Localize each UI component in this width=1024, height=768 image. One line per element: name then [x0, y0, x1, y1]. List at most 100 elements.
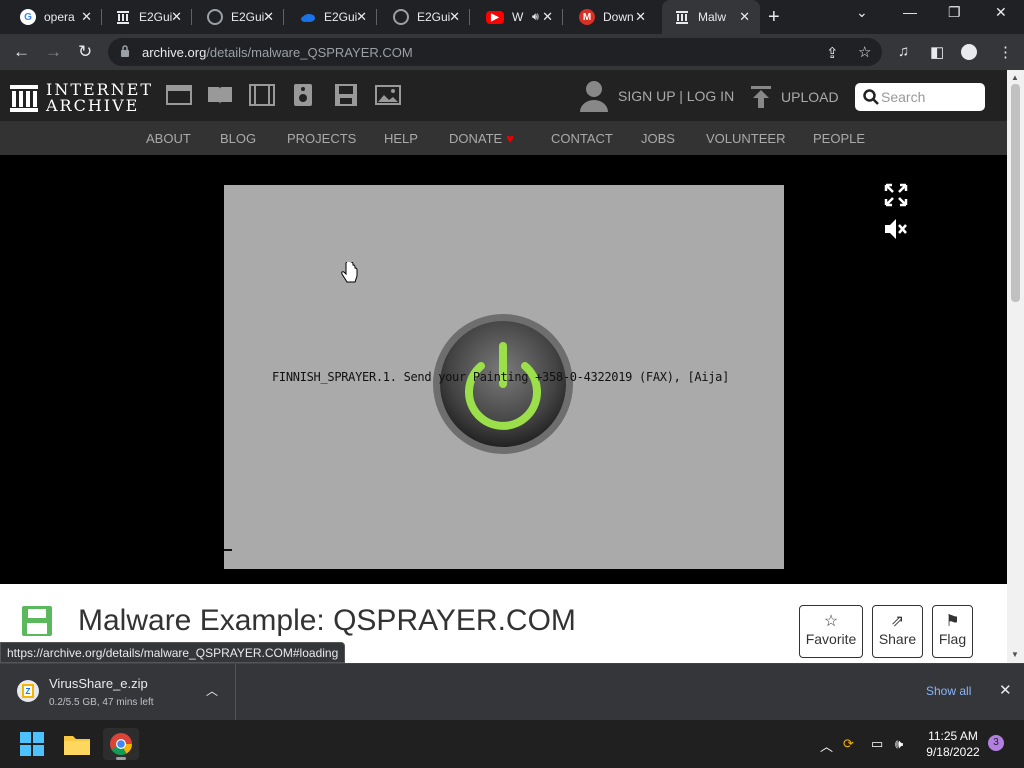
search-input[interactable] [881, 87, 981, 107]
images-icon[interactable] [375, 84, 401, 106]
tab-opera[interactable]: G opera ✕ [0, 0, 102, 34]
chrome-taskbar-button[interactable] [103, 728, 139, 760]
ia-logo[interactable]: INTERNET ARCHIVE [10, 82, 153, 114]
floppy-disk-icon [22, 606, 52, 636]
profile-avatar-icon[interactable] [961, 44, 977, 60]
windows-logo-icon [20, 732, 44, 756]
download-filename: VirusShare_e.zip [49, 676, 148, 691]
network-icon[interactable]: ▭ [871, 736, 883, 752]
volume-icon[interactable]: 🕪︎ [895, 736, 903, 752]
m-icon: M [579, 9, 595, 25]
user-icon [580, 81, 608, 112]
nav-people[interactable]: PEOPLE [813, 131, 865, 146]
tab-e2gui-4[interactable]: E2Gui ✕ [373, 0, 470, 34]
video-icon[interactable] [249, 84, 275, 106]
emulator-screen[interactable]: FINNISH_SPRAYER.1. Send your Painting +3… [224, 185, 784, 569]
archive-temple-icon [10, 85, 38, 112]
address-bar[interactable]: archive.org/details/malware_QSPRAYER.COM… [108, 38, 882, 66]
close-icon[interactable]: ✕ [263, 9, 274, 25]
close-icon[interactable]: ✕ [356, 9, 367, 25]
globe-icon [207, 9, 223, 25]
minimize-icon[interactable]: — [903, 4, 917, 20]
web-page: INTERNET ARCHIVE SIGN UP | LOG IN UPLOAD … [0, 70, 1007, 663]
ia-header: INTERNET ARCHIVE SIGN UP | LOG IN UPLOAD [0, 70, 1007, 121]
start-button[interactable] [14, 728, 50, 760]
reload-icon[interactable]: ↻ [78, 42, 92, 62]
download-shelf: Z VirusShare_e.zip 0.2/5.5 GB, 47 mins l… [0, 663, 1024, 720]
audio-icon[interactable] [290, 84, 316, 106]
scroll-up-icon[interactable]: ▲ [1011, 73, 1019, 82]
tab-search-chevron-icon[interactable]: ⌄ [856, 4, 868, 21]
texts-icon[interactable] [207, 84, 233, 106]
hand-pointer-icon [341, 262, 358, 283]
nav-projects[interactable]: PROJECTS [287, 131, 356, 146]
upload-link[interactable]: UPLOAD [751, 86, 839, 108]
share-page-icon[interactable]: ⇪ [826, 44, 839, 62]
nav-about[interactable]: ABOUT [146, 131, 191, 146]
download-item[interactable]: Z VirusShare_e.zip 0.2/5.5 GB, 47 mins l… [0, 664, 236, 720]
more-menu-icon[interactable]: ⋮ [998, 43, 1013, 61]
power-button-icon[interactable] [433, 314, 573, 454]
side-panel-icon[interactable]: ◧ [930, 43, 944, 61]
close-window-icon[interactable]: ✕ [995, 4, 1007, 21]
software-icon[interactable] [333, 84, 359, 106]
close-icon[interactable]: ✕ [449, 9, 460, 25]
nav-volunteer[interactable]: VOLUNTEER [706, 131, 785, 146]
web-icon[interactable] [166, 84, 192, 106]
nav-help[interactable]: HELP [384, 131, 418, 146]
page-scrollbar[interactable]: ▲ ▼ [1007, 70, 1024, 663]
windows-taskbar: ︿ ⟳ ▭ 🕪︎ 11:25 AM 9/18/2022 3 [0, 720, 1024, 768]
nav-blog[interactable]: BLOG [220, 131, 256, 146]
forward-icon[interactable]: → [45, 42, 62, 62]
tab-e2gui-2[interactable]: E2Gui ✕ [187, 0, 284, 34]
upload-icon [751, 86, 771, 108]
nav-donate[interactable]: DONATE ♥ [449, 131, 514, 146]
close-icon[interactable]: ✕ [171, 9, 182, 25]
speaker-icon[interactable]: 🔊︎ [532, 11, 539, 24]
star-icon: ☆ [823, 613, 839, 630]
scrollbar-thumb[interactable] [1011, 84, 1020, 302]
google-g-icon: G [20, 9, 36, 25]
close-icon[interactable]: ✕ [739, 9, 750, 25]
nav-jobs[interactable]: JOBS [641, 131, 675, 146]
download-progress: 0.2/5.5 GB, 47 mins left [49, 697, 154, 708]
lock-icon [121, 45, 129, 57]
scroll-down-icon[interactable]: ▼ [1011, 650, 1019, 659]
search-icon [863, 89, 879, 105]
new-tab-icon[interactable]: + [768, 6, 780, 29]
tab-youtube[interactable]: ▶ W 🔊︎ ✕ [466, 0, 563, 34]
close-icon[interactable]: ✕ [635, 9, 646, 25]
favorite-button[interactable]: ☆ Favorite [799, 605, 863, 658]
file-explorer-button[interactable] [59, 728, 95, 760]
dos-output-text: FINNISH_SPRAYER.1. Send your Painting +3… [272, 370, 730, 384]
mute-icon[interactable] [884, 217, 908, 241]
close-shelf-icon[interactable]: ✕ [999, 681, 1012, 699]
bookmark-star-icon[interactable]: ☆ [858, 43, 871, 61]
share-button[interactable]: ⇗ Share [872, 605, 923, 658]
search-box[interactable] [855, 83, 985, 111]
notification-badge[interactable]: 3 [988, 735, 1004, 751]
tab-down[interactable]: M Down ✕ [559, 0, 656, 34]
close-icon[interactable]: ✕ [542, 9, 553, 25]
fullscreen-icon[interactable] [884, 183, 908, 207]
sign-in-link[interactable]: SIGN UP | LOG IN [580, 80, 734, 112]
flag-button[interactable]: ⚑ Flag [932, 605, 973, 658]
tab-e2gui-1[interactable]: E2Gui ✕ [95, 0, 192, 34]
youtube-icon: ▶ [486, 10, 504, 24]
show-all-link[interactable]: Show all [926, 684, 971, 698]
back-icon[interactable]: ← [13, 42, 30, 62]
media-control-icon[interactable]: ♫ [898, 43, 909, 60]
sync-icon[interactable]: ⟳ [843, 736, 854, 752]
svg-text:Z: Z [26, 687, 31, 696]
chevron-up-icon[interactable]: ︿ [206, 682, 218, 699]
close-icon[interactable]: ✕ [81, 9, 92, 25]
url-text[interactable]: archive.org/details/malware_QSPRAYER.COM [142, 45, 413, 60]
tray-chevron-icon[interactable]: ︿ [820, 736, 833, 755]
zip-file-icon: Z [17, 680, 39, 702]
tab-malware-active[interactable]: Malw ✕ [662, 0, 760, 34]
tab-e2gui-3[interactable]: E2Gui ✕ [280, 0, 377, 34]
nav-contact[interactable]: CONTACT [551, 131, 613, 146]
taskbar-clock[interactable]: 11:25 AM 9/18/2022 [922, 728, 984, 760]
share-icon: ⇗ [890, 613, 905, 630]
restore-icon[interactable]: ❐ [948, 4, 961, 21]
